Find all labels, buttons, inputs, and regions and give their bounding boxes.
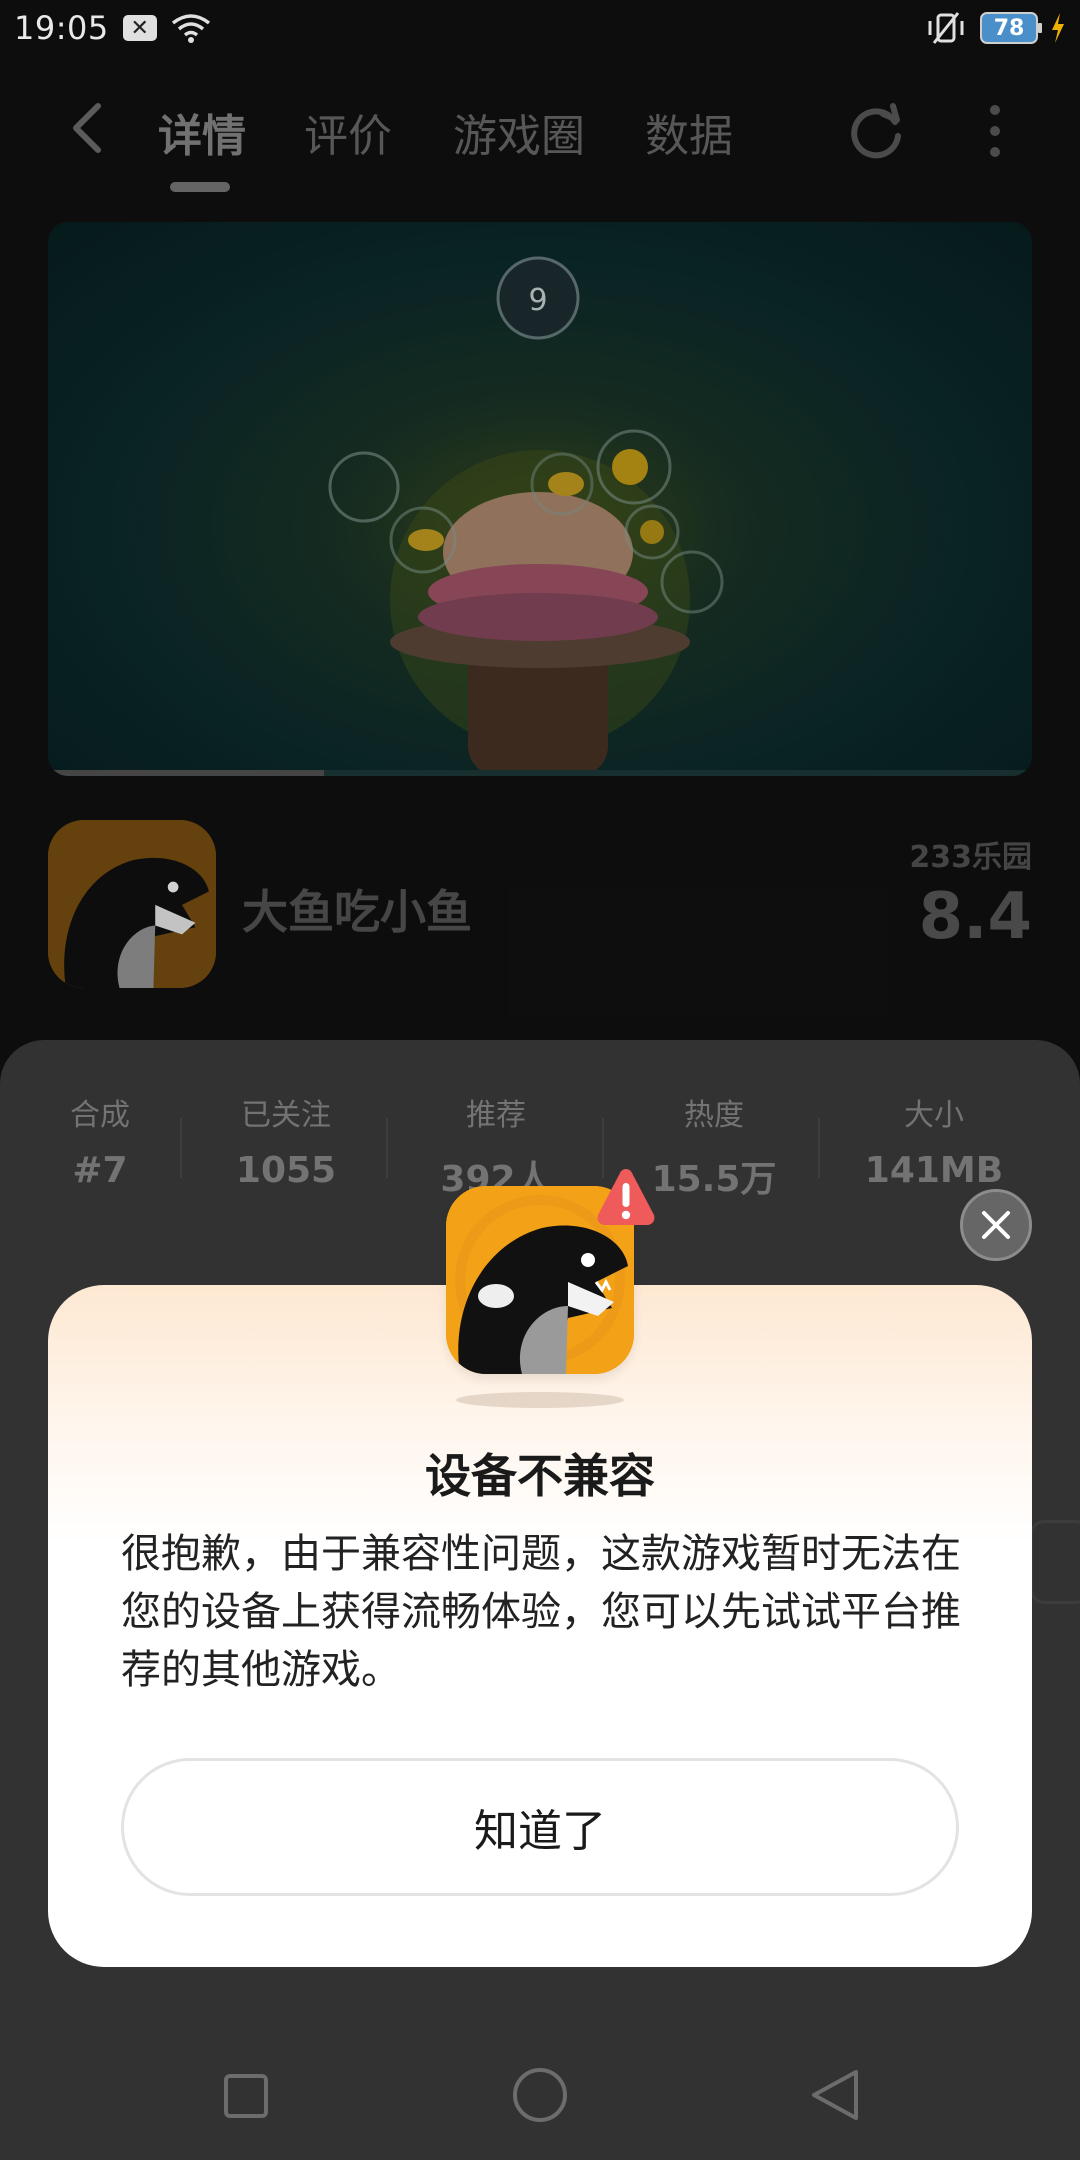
close-dialog-button[interactable] — [960, 1189, 1032, 1261]
close-icon — [982, 1211, 1010, 1239]
vibrate-icon — [928, 12, 964, 44]
warning-icon — [597, 1169, 655, 1225]
recent-apps-icon[interactable] — [210, 2060, 280, 2130]
status-time: 19:05 — [14, 9, 109, 47]
notification-close-icon: ✕ — [122, 15, 157, 41]
got-it-button[interactable]: 知道了 — [121, 1758, 959, 1896]
dialog-message: 很抱歉，由于兼容性问题，这款游戏暂时无法在您的设备上获得流畅体验，您可以先试试平… — [121, 1531, 961, 1693]
wifi-icon — [171, 14, 210, 43]
charging-icon — [1052, 13, 1064, 43]
home-icon[interactable] — [505, 2060, 575, 2130]
back-nav-icon[interactable] — [800, 2060, 870, 2130]
status-bar: 19:05 ✕ 78 — [0, 0, 1080, 56]
dialog-title: 设备不兼容 — [425, 1449, 655, 1503]
system-nav-bar — [0, 2030, 1080, 2160]
battery-indicator: 78 — [980, 12, 1042, 44]
incompatible-device-dialog: 设备不兼容 很抱歉，由于兼容性问题，这款游戏暂时无法在您的设备上获得流畅体验，您… — [48, 1285, 1032, 1967]
icon-shadow — [456, 1392, 624, 1408]
